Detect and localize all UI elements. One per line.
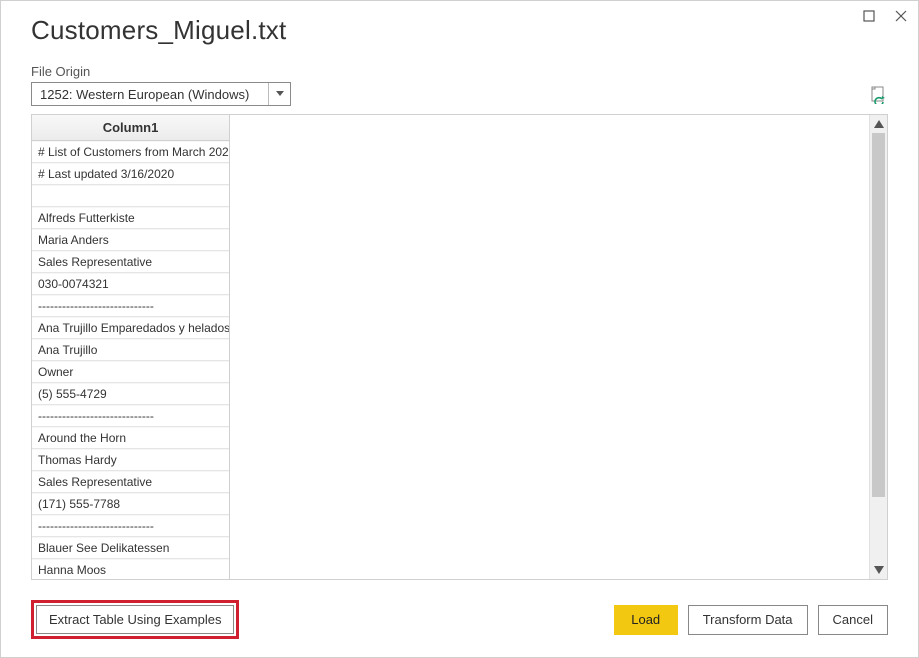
dialog-footer: Extract Table Using Examples Load Transf… (31, 600, 888, 639)
extract-table-button[interactable]: Extract Table Using Examples (36, 605, 234, 634)
scroll-up-icon[interactable] (870, 115, 887, 133)
refresh-preview-icon[interactable] (870, 86, 888, 104)
file-origin-label: File Origin (1, 46, 918, 82)
table-row[interactable] (32, 185, 229, 207)
table-row[interactable]: 030-0074321 (32, 273, 229, 295)
preview-empty-area (230, 115, 887, 579)
preview-table-area: Column1 # List of Customers from March 2… (31, 114, 888, 580)
table-row[interactable]: # List of Customers from March 2020 (32, 141, 229, 163)
transform-data-button[interactable]: Transform Data (688, 605, 808, 635)
table-row[interactable]: Owner (32, 361, 229, 383)
table-row[interactable]: ----------------------------- (32, 405, 229, 427)
window-controls (860, 7, 910, 25)
table-row[interactable]: # Last updated 3/16/2020 (32, 163, 229, 185)
table-row[interactable]: ----------------------------- (32, 515, 229, 537)
chevron-down-icon (268, 83, 290, 105)
cancel-button[interactable]: Cancel (818, 605, 888, 635)
table-row[interactable]: Sales Representative (32, 251, 229, 273)
scrollbar-track[interactable] (870, 133, 887, 561)
vertical-scrollbar[interactable] (869, 115, 887, 579)
table-row[interactable]: Around the Horn (32, 427, 229, 449)
table-row[interactable]: Hanna Moos (32, 559, 229, 580)
load-button[interactable]: Load (614, 605, 678, 635)
column-header[interactable]: Column1 (32, 115, 229, 141)
table-row[interactable]: Ana Trujillo (32, 339, 229, 361)
table-row[interactable]: Maria Anders (32, 229, 229, 251)
file-origin-select[interactable]: 1252: Western European (Windows) (31, 82, 291, 106)
dialog-title: Customers_Miguel.txt (1, 1, 918, 46)
table-row[interactable]: Alfreds Futterkiste (32, 207, 229, 229)
table-row[interactable]: Blauer See Delikatessen (32, 537, 229, 559)
file-origin-selected: 1252: Western European (Windows) (32, 87, 268, 102)
table-row[interactable]: ----------------------------- (32, 295, 229, 317)
close-button[interactable] (892, 7, 910, 25)
table-row[interactable]: Thomas Hardy (32, 449, 229, 471)
extract-highlight: Extract Table Using Examples (31, 600, 239, 639)
maximize-button[interactable] (860, 7, 878, 25)
scrollbar-thumb[interactable] (872, 133, 885, 497)
table-row[interactable]: Sales Representative (32, 471, 229, 493)
scroll-down-icon[interactable] (870, 561, 887, 579)
table-row[interactable]: Ana Trujillo Emparedados y helados (32, 317, 229, 339)
file-preview-dialog: Customers_Miguel.txt File Origin 1252: W… (0, 0, 919, 658)
table-row[interactable]: (5) 555-4729 (32, 383, 229, 405)
table-row[interactable]: (171) 555-7788 (32, 493, 229, 515)
preview-column: Column1 # List of Customers from March 2… (32, 115, 230, 579)
